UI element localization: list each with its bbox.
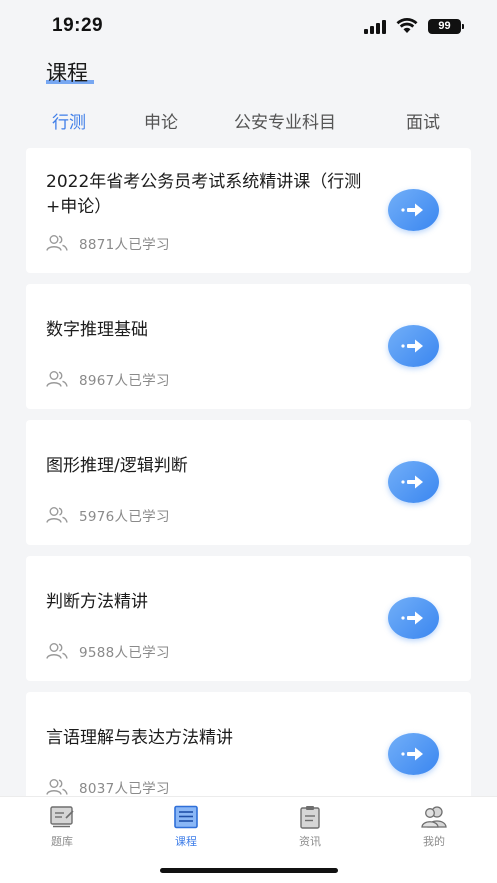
tabbar-label: 我的 xyxy=(423,835,445,848)
tabbar-label: 资讯 xyxy=(299,835,321,848)
users-icon xyxy=(46,779,68,795)
learner-count-text: 8037人已学习 xyxy=(79,781,170,797)
course-card[interactable]: 2022年省考公务员考试系统精讲课（行测+申论） 8871人已学习 xyxy=(26,148,471,273)
course-title: 言语理解与表达方法精讲 xyxy=(46,728,233,748)
wifi-icon xyxy=(396,18,418,33)
course-title: 图形推理/逻辑判断 xyxy=(46,456,188,476)
learner-count-text: 8967人已学习 xyxy=(79,373,170,389)
enter-course-button[interactable] xyxy=(388,189,439,231)
enter-course-button[interactable] xyxy=(388,461,439,503)
course-list-icon xyxy=(174,805,198,829)
tab-shenlun[interactable]: 申论 xyxy=(144,108,178,133)
learner-count-text: 5976人已学习 xyxy=(79,509,170,525)
tab-police-subjects[interactable]: 公安专业科目 xyxy=(234,108,336,133)
home-indicator[interactable] xyxy=(160,868,338,873)
course-card[interactable]: 图形推理/逻辑判断 5976人已学习 xyxy=(26,420,471,545)
arrow-right-icon xyxy=(400,203,423,217)
learner-count-text: 9588人已学习 xyxy=(79,645,170,661)
arrow-right-icon xyxy=(400,339,423,353)
status-bar: 19:29 99 xyxy=(0,0,497,54)
users-icon xyxy=(46,371,68,387)
arrow-right-icon xyxy=(400,611,423,625)
course-card[interactable]: 判断方法精讲 9588人已学习 xyxy=(26,556,471,681)
cellular-signal-icon xyxy=(364,20,388,34)
battery-indicator: 99 xyxy=(428,19,464,34)
enter-course-button[interactable] xyxy=(388,597,439,639)
tabbar-question-bank[interactable]: 题库 xyxy=(32,805,92,849)
users-icon xyxy=(46,235,68,251)
course-card[interactable]: 数字推理基础 8967人已学习 xyxy=(26,284,471,409)
learner-count: 9588人已学习 xyxy=(46,641,170,661)
tabbar-label: 题库 xyxy=(51,835,73,848)
course-title: 2022年省考公务员考试系统精讲课（行测+申论） xyxy=(46,172,362,217)
course-title: 判断方法精讲 xyxy=(46,592,148,612)
tab-xingce[interactable]: 行测 xyxy=(52,108,86,133)
enter-course-button[interactable] xyxy=(388,325,439,367)
learner-count: 8967人已学习 xyxy=(46,369,170,389)
question-bank-icon xyxy=(50,806,74,828)
tab-interview[interactable]: 面试 xyxy=(406,108,440,133)
tabbar-news[interactable]: 资讯 xyxy=(280,805,340,849)
tabbar-label: 课程 xyxy=(175,835,197,848)
users-icon xyxy=(46,507,68,523)
course-title: 数字推理基础 xyxy=(46,320,148,340)
arrow-right-icon xyxy=(400,747,423,761)
learner-count: 8037人已学习 xyxy=(46,777,170,797)
enter-course-button[interactable] xyxy=(388,733,439,775)
tabbar-profile[interactable]: 我的 xyxy=(404,805,464,849)
learner-count: 5976人已学习 xyxy=(46,505,170,525)
profile-icon xyxy=(421,806,447,828)
news-clipboard-icon xyxy=(300,806,320,829)
learner-count-text: 8871人已学习 xyxy=(79,237,170,253)
learner-count: 8871人已学习 xyxy=(46,233,170,253)
category-tabs: 行测 申论 公安专业科目 面试 xyxy=(0,108,497,138)
users-icon xyxy=(46,643,68,659)
arrow-right-icon xyxy=(400,475,423,489)
page-title: 课程 xyxy=(46,61,88,85)
tabbar-courses[interactable]: 课程 xyxy=(156,805,216,849)
status-time: 19:29 xyxy=(52,15,104,36)
